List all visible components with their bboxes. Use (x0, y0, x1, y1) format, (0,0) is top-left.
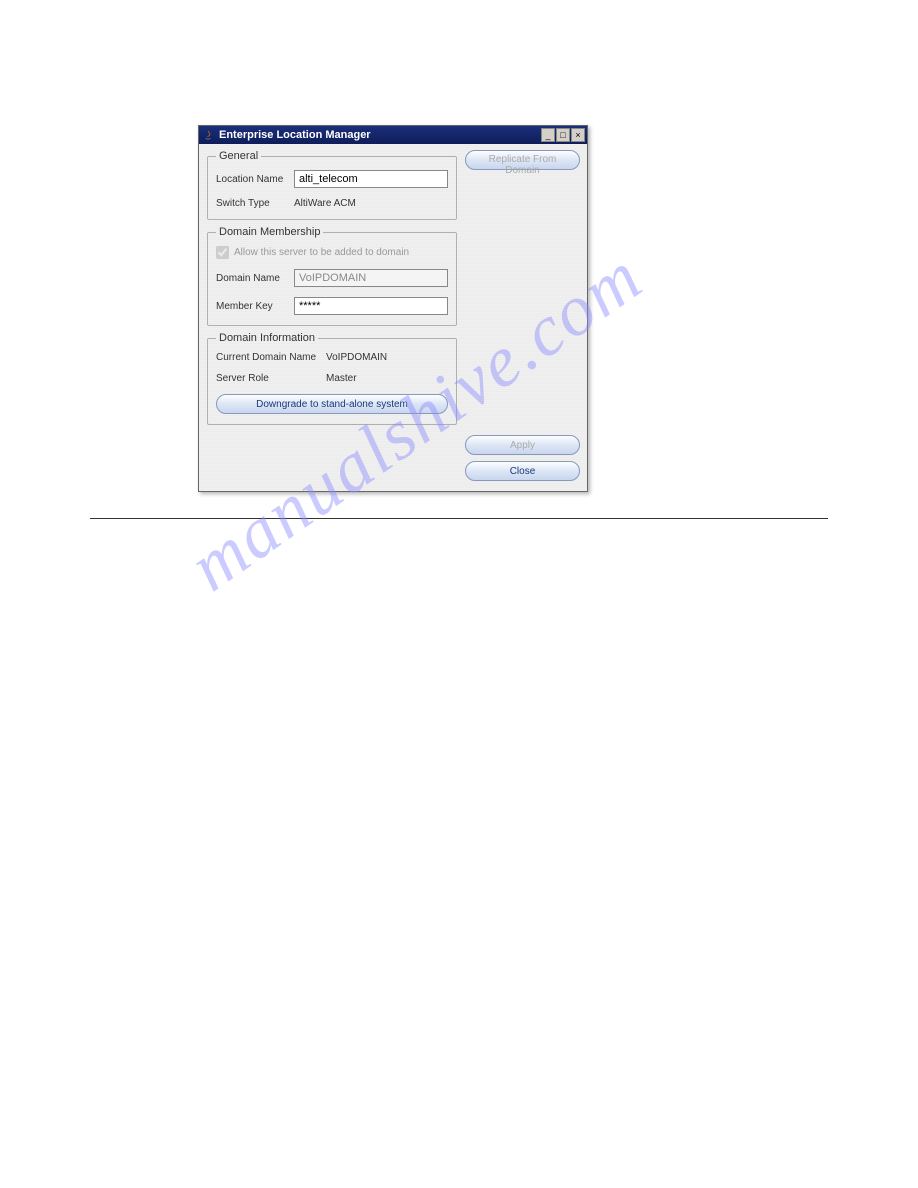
server-role-value: Master (326, 373, 357, 384)
domain-info-legend: Domain Information (216, 332, 318, 344)
downgrade-button[interactable]: Downgrade to stand-alone system (216, 394, 448, 414)
domain-name-row: Domain Name (216, 269, 448, 287)
membership-fieldset: Domain Membership Allow this server to b… (207, 226, 457, 326)
domain-name-label: Domain Name (216, 273, 294, 284)
general-legend: General (216, 150, 261, 162)
right-column: Replicate From Domain Apply Close (465, 150, 580, 483)
switch-type-row: Switch Type AltiWare ACM (216, 198, 448, 209)
left-column: General Location Name Switch Type AltiWa… (207, 150, 457, 483)
general-fieldset: General Location Name Switch Type AltiWa… (207, 150, 457, 220)
java-icon (201, 128, 215, 142)
titlebar-title: Enterprise Location Manager (219, 129, 541, 141)
allow-checkbox-row: Allow this server to be added to domain (216, 246, 448, 259)
domain-info-fieldset: Domain Information Current Domain Name V… (207, 332, 457, 425)
apply-button[interactable]: Apply (465, 435, 580, 455)
close-button[interactable]: Close (465, 461, 580, 481)
horizontal-rule (90, 518, 828, 519)
location-name-input[interactable] (294, 170, 448, 188)
member-key-input[interactable] (294, 297, 448, 315)
titlebar-buttons: _ □ × (541, 128, 585, 142)
spacer (207, 431, 457, 483)
minimize-button[interactable]: _ (541, 128, 555, 142)
replicate-button[interactable]: Replicate From Domain (465, 150, 580, 170)
domain-name-input[interactable] (294, 269, 448, 287)
current-domain-row: Current Domain Name VoIPDOMAIN (216, 352, 448, 363)
allow-checkbox[interactable] (216, 246, 229, 259)
member-key-label: Member Key (216, 301, 294, 312)
close-window-button[interactable]: × (571, 128, 585, 142)
maximize-button[interactable]: □ (556, 128, 570, 142)
location-name-label: Location Name (216, 174, 294, 185)
titlebar: Enterprise Location Manager _ □ × (199, 126, 587, 144)
current-domain-value: VoIPDOMAIN (326, 352, 387, 363)
switch-type-label: Switch Type (216, 198, 294, 209)
membership-legend: Domain Membership (216, 226, 323, 238)
allow-checkbox-label: Allow this server to be added to domain (234, 247, 409, 258)
server-role-label: Server Role (216, 373, 326, 384)
dialog-body: General Location Name Switch Type AltiWa… (199, 144, 587, 491)
switch-type-value: AltiWare ACM (294, 198, 356, 209)
current-domain-label: Current Domain Name (216, 352, 326, 363)
member-key-row: Member Key (216, 297, 448, 315)
dialog-window: Enterprise Location Manager _ □ × Genera… (198, 125, 588, 492)
bottom-buttons: Apply Close (465, 435, 580, 483)
location-name-row: Location Name (216, 170, 448, 188)
server-role-row: Server Role Master (216, 373, 448, 384)
